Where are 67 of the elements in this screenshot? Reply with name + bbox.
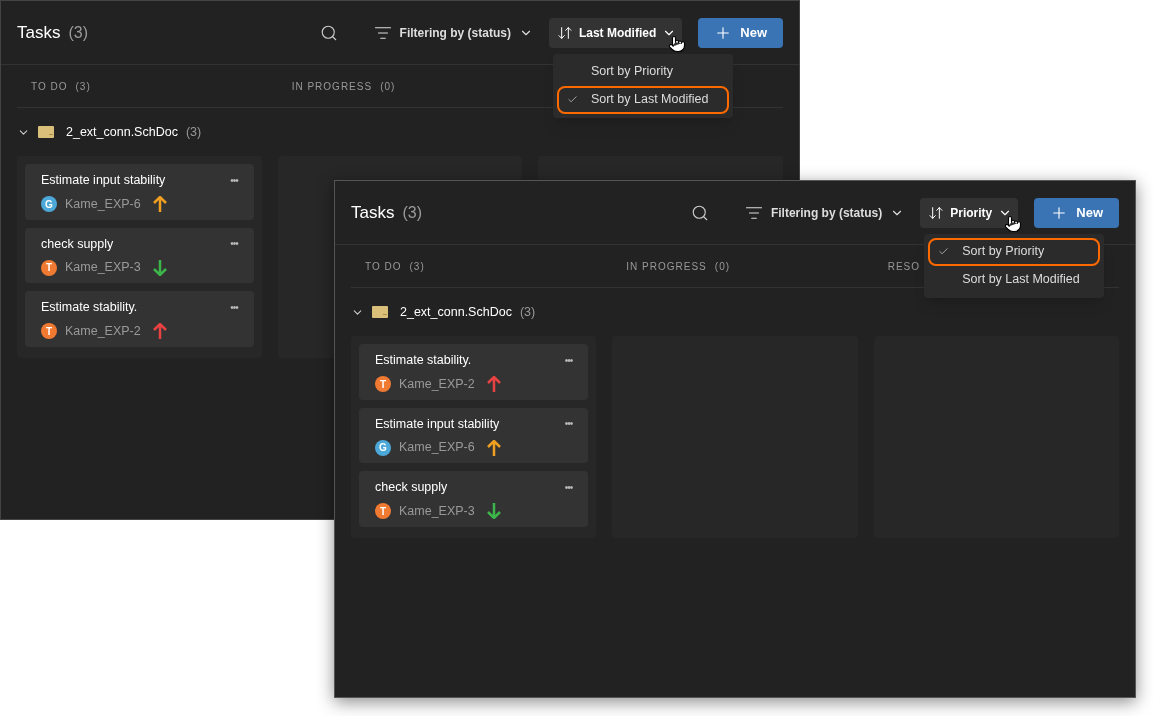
- column-header: TO DO: [365, 259, 402, 274]
- column-header: IN PROGRESS: [626, 259, 707, 274]
- task-card[interactable]: check supply ••• T Kame_EXP-3: [25, 227, 254, 283]
- check-icon: [938, 246, 950, 257]
- task-title: check supply: [41, 235, 114, 253]
- assignee-name: Kame_EXP-6: [399, 439, 476, 457]
- column-count: (0): [380, 79, 396, 94]
- assignee-name: Kame_EXP-2: [65, 322, 142, 340]
- task-card[interactable]: Estimate stability. ••• T Kame_EXP-2: [359, 344, 589, 400]
- avatar: G: [375, 439, 391, 456]
- group-name: 2_ext_conn.SchDoc: [400, 303, 512, 321]
- column-header: IN PROGRESS: [291, 79, 373, 94]
- task-card[interactable]: Estimate input stability ••• G Kame_EXP-6: [25, 164, 254, 220]
- column-header: RESO: [887, 259, 920, 274]
- hand-cursor-icon: [1004, 213, 1023, 234]
- sort-button[interactable]: Last Modified: [548, 17, 683, 48]
- task-title: Estimate stability.: [375, 352, 472, 369]
- search-icon[interactable]: [319, 23, 338, 42]
- check-icon: [566, 94, 578, 105]
- assignee-name: Kame_EXP-3: [65, 259, 142, 277]
- task-title: Estimate input stability: [41, 172, 166, 189]
- new-button[interactable]: New: [698, 17, 783, 48]
- task-title: Estimate input stability: [375, 415, 500, 433]
- search-icon[interactable]: [690, 203, 709, 222]
- avatar: T: [41, 323, 57, 340]
- more-button[interactable]: •••: [230, 172, 238, 188]
- sort-button[interactable]: Priority: [920, 197, 1019, 228]
- group-count: (3): [185, 123, 202, 141]
- task-card[interactable]: check supply ••• T Kame_EXP-3: [359, 471, 589, 527]
- more-button[interactable]: •••: [564, 479, 573, 495]
- menu-item[interactable]: Sort by Last Modified: [930, 267, 1099, 292]
- avatar: G: [41, 196, 57, 213]
- task-card[interactable]: Estimate stability. ••• T Kame_EXP-2: [25, 291, 254, 347]
- sort-icon: [556, 24, 573, 41]
- task-card[interactable]: Estimate input stability ••• G Kame_EXP-6: [359, 407, 589, 463]
- task-title: Estimate stability.: [41, 299, 138, 316]
- menu-item[interactable]: Sort by Priority: [930, 239, 1099, 264]
- column-count: (0): [714, 259, 731, 274]
- more-button[interactable]: •••: [230, 299, 238, 315]
- task-title: check supply: [375, 479, 448, 496]
- page-title: Tasks: [351, 201, 395, 224]
- filter-button[interactable]: Filtering by (status): [740, 196, 909, 229]
- column-count: (3): [409, 259, 425, 274]
- filter-button[interactable]: Filtering by (status): [369, 16, 537, 49]
- more-button[interactable]: •••: [564, 416, 573, 432]
- task-count: (3): [402, 202, 423, 223]
- more-button[interactable]: •••: [564, 352, 573, 368]
- folder-icon: [38, 126, 54, 138]
- assignee-name: Kame_EXP-6: [65, 195, 142, 213]
- menu-item[interactable]: Sort by Last Modified: [558, 87, 727, 112]
- folder-icon: [372, 306, 388, 318]
- group-name: 2_ext_conn.SchDoc: [66, 123, 178, 141]
- menu-item[interactable]: Sort by Priority: [558, 59, 727, 84]
- avatar: T: [375, 376, 391, 393]
- group-count: (3): [519, 303, 536, 321]
- column-count: (3): [75, 79, 91, 94]
- assignee-name: Kame_EXP-2: [399, 375, 476, 393]
- avatar: T: [375, 503, 391, 520]
- new-button[interactable]: New: [1034, 197, 1119, 228]
- assignee-name: Kame_EXP-3: [399, 502, 476, 520]
- task-count: (3): [68, 22, 89, 43]
- more-button[interactable]: •••: [230, 236, 238, 252]
- avatar: T: [41, 259, 57, 276]
- page-title: Tasks: [17, 21, 61, 44]
- hand-cursor-icon: [668, 33, 687, 54]
- sort-icon: [928, 204, 945, 221]
- column-header: TO DO: [31, 79, 68, 94]
